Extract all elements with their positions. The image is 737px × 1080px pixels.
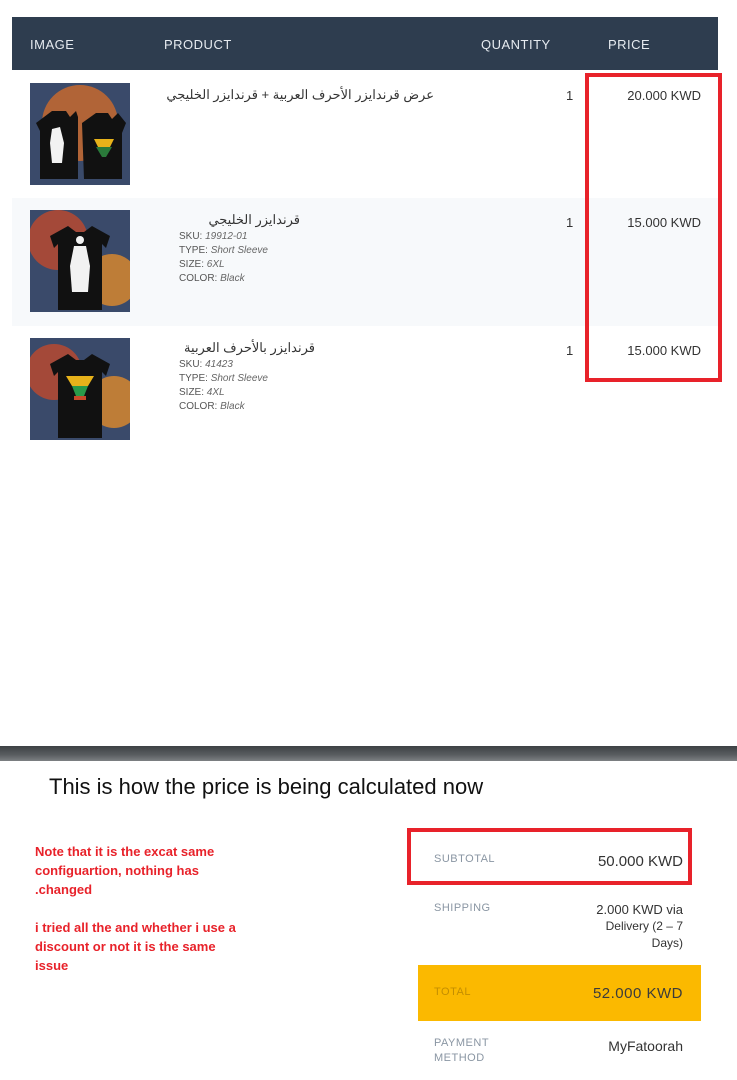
note-line: configuartion, nothing has bbox=[35, 863, 199, 878]
payment-method-value: MyFatoorah bbox=[608, 1038, 683, 1054]
column-header-quantity: QUANTITY bbox=[481, 37, 551, 52]
product-name[interactable]: قرندايزر الخليجي bbox=[180, 212, 300, 228]
size-label: SIZE: bbox=[179, 387, 205, 398]
shipping-value-line: Days) bbox=[651, 936, 683, 950]
type-label: TYPE: bbox=[179, 373, 208, 384]
size-label: SIZE: bbox=[179, 259, 205, 270]
column-header-product: PRODUCT bbox=[164, 37, 232, 52]
color-value: Black bbox=[220, 273, 245, 284]
sku-value: 41423 bbox=[205, 359, 233, 370]
subtotal-highlight-box bbox=[407, 828, 692, 885]
product-options: SKU: 41423 TYPE: Short Sleeve SIZE: 4XL … bbox=[179, 358, 268, 414]
order-table: IMAGE PRODUCT QUANTITY PRICE bbox=[12, 17, 718, 70]
tshirt-image-icon bbox=[30, 210, 130, 312]
sku-value: 19912-01 bbox=[205, 231, 248, 242]
type-value: Short Sleeve bbox=[210, 373, 268, 384]
note-spacer bbox=[35, 899, 285, 918]
page-title: This is how the price is being calculate… bbox=[49, 774, 484, 799]
color-label: COLOR: bbox=[179, 273, 218, 284]
product-thumbnail[interactable] bbox=[30, 338, 130, 440]
color-value: Black bbox=[220, 401, 245, 412]
shipping-label: SHIPPING bbox=[434, 902, 491, 914]
color-label: COLOR: bbox=[179, 401, 218, 412]
note-text: Note that it is the excat same configuar… bbox=[35, 842, 285, 975]
type-value: Short Sleeve bbox=[210, 245, 268, 256]
size-value: 4XL bbox=[206, 387, 225, 398]
section-divider bbox=[0, 746, 737, 761]
note-line: .changed bbox=[35, 882, 93, 897]
product-thumbnail[interactable] bbox=[30, 83, 130, 185]
shipping-value-line: 2.000 KWD via bbox=[596, 902, 683, 917]
note-line: i tried all the and whether i use a bbox=[35, 920, 236, 935]
payment-method-label: PAYMENT METHOD bbox=[434, 1036, 489, 1066]
tshirt-image-icon bbox=[30, 83, 130, 185]
product-quantity: 1 bbox=[566, 343, 574, 358]
product-quantity: 1 bbox=[566, 215, 574, 230]
size-value: 6XL bbox=[206, 259, 225, 270]
sku-label: SKU: bbox=[179, 231, 203, 242]
table-header: IMAGE PRODUCT QUANTITY PRICE bbox=[12, 17, 718, 70]
price-highlight-box bbox=[585, 73, 722, 382]
shipping-value: 2.000 KWD via Delivery (2 – 7 Days) bbox=[596, 901, 683, 952]
total-value: 52.000 KWD bbox=[592, 985, 683, 1002]
product-name[interactable]: قرندايزر بالأحرف العربية bbox=[180, 340, 315, 356]
product-options: SKU: 19912-01 TYPE: Short Sleeve SIZE: 6… bbox=[179, 230, 268, 286]
sku-label: SKU: bbox=[179, 359, 203, 370]
note-line: Note that it is the excat same bbox=[35, 844, 215, 859]
payment-label-line: METHOD bbox=[434, 1052, 485, 1064]
product-thumbnail[interactable] bbox=[30, 210, 130, 312]
column-header-image: IMAGE bbox=[30, 37, 75, 52]
product-quantity: 1 bbox=[566, 88, 574, 103]
total-label: TOTAL bbox=[434, 986, 471, 998]
product-name[interactable]: عرض قرندايزر الأحرف العربية + قرندايزر ا… bbox=[164, 87, 434, 103]
payment-label-line: PAYMENT bbox=[434, 1037, 490, 1049]
shipping-value-line: Delivery (2 – 7 bbox=[605, 919, 683, 933]
total-bar: TOTAL 52.000 KWD bbox=[418, 965, 701, 1021]
column-header-price: PRICE bbox=[608, 37, 651, 52]
note-line: issue bbox=[35, 958, 69, 973]
note-line: discount or not it is the same bbox=[35, 939, 216, 954]
type-label: TYPE: bbox=[179, 245, 208, 256]
tshirt-image-icon bbox=[30, 338, 130, 440]
